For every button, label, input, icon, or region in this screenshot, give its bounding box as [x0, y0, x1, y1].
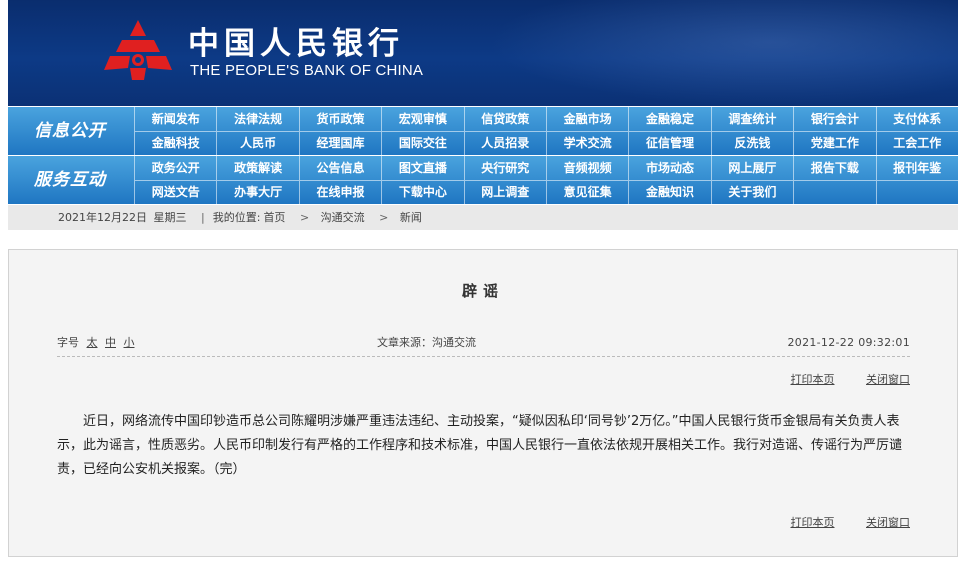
- service-nav-empty-cell: [793, 180, 876, 204]
- info-nav-item-3[interactable]: 宏观审慎: [381, 107, 463, 131]
- breadcrumb-divider: |: [201, 211, 205, 224]
- info-nav-item-7[interactable]: 调查统计: [710, 107, 793, 131]
- service-nav-item-5[interactable]: 音频视频: [545, 156, 628, 180]
- info-nav-item-5[interactable]: 金融市场: [545, 107, 628, 131]
- article-actions-top: 打印本页 关闭窗口: [763, 371, 911, 387]
- font-size-control: 字号 太 中 小: [57, 334, 135, 352]
- location-label: 我的位置:: [212, 211, 261, 224]
- info-nav-item-18[interactable]: 党建工作: [793, 131, 876, 155]
- article-panel: 辟谣 字号 太 中 小 文章来源：沟通交流 2021-12-22 09:32:0…: [8, 249, 958, 557]
- service-nav-item-6[interactable]: 市场动态: [628, 156, 710, 180]
- service-nav-item-4[interactable]: 央行研究: [463, 156, 546, 180]
- service-nav-item-3[interactable]: 图文直播: [381, 156, 463, 180]
- breadcrumb-home-link[interactable]: 首页: [263, 211, 285, 224]
- font-size-label: 字号: [57, 336, 79, 349]
- service-nav-item-2[interactable]: 公告信息: [298, 156, 381, 180]
- breadcrumb-section-link[interactable]: 沟通交流: [321, 211, 365, 224]
- print-page-link[interactable]: 打印本页: [791, 516, 835, 529]
- service-nav: 服务互动 政务公开 政策解读 公告信息 图文直播 央行研究 音频视频 市场动态 网上展厅 报告下…: [8, 156, 958, 204]
- service-nav-item-15[interactable]: 意见征集: [545, 180, 629, 204]
- service-nav-item-7[interactable]: 网上展厅: [710, 156, 793, 180]
- breadcrumb-current-link[interactable]: 新闻: [400, 211, 422, 224]
- info-nav-item-15[interactable]: 学术交流: [545, 131, 629, 155]
- breadcrumb: 2021年12月22日 星期三 | 我的位置: 首页 > 沟通交流 > 新闻: [8, 205, 958, 230]
- article-source: 文章来源：沟通交流: [377, 336, 476, 349]
- bank-name-cn: 中国人民银行: [188, 26, 404, 62]
- font-size-small-link[interactable]: 小: [124, 336, 135, 349]
- service-nav-item-13[interactable]: 下载中心: [381, 180, 464, 204]
- info-nav-item-12[interactable]: 经理国库: [298, 131, 382, 155]
- info-nav-item-6[interactable]: 金融稳定: [628, 107, 710, 131]
- service-nav-heading: 服务互动: [34, 170, 106, 190]
- service-nav-item-0[interactable]: 政务公开: [134, 156, 216, 180]
- font-size-large-link[interactable]: 太: [87, 336, 98, 349]
- info-nav-item-2[interactable]: 货币政策: [298, 107, 381, 131]
- info-nav-item-16[interactable]: 征信管理: [628, 131, 711, 155]
- article-body: 近日，网络流传中国印钞造币总公司陈耀明涉嫌严重违法违纪、主动投案，“疑似因私印‘…: [57, 414, 903, 477]
- print-page-link[interactable]: 打印本页: [791, 373, 835, 386]
- site-header: 中国人民银行 THE PEOPLE'S BANK OF CHINA: [8, 0, 958, 106]
- close-window-link[interactable]: 关闭窗口: [866, 373, 910, 386]
- bank-name-en: THE PEOPLE'S BANK OF CHINA: [190, 62, 424, 79]
- info-nav-item-1[interactable]: 法律法规: [216, 107, 298, 131]
- pboc-emblem-icon: [104, 20, 172, 80]
- service-nav-item-9[interactable]: 报刊年鉴: [875, 156, 958, 180]
- info-nav-item-13[interactable]: 国际交往: [381, 131, 464, 155]
- info-nav-item-9[interactable]: 支付体系: [875, 107, 958, 131]
- article-datetime: 2021-12-22 09:32:01: [787, 336, 910, 349]
- service-nav-item-14[interactable]: 网上调查: [463, 180, 546, 204]
- info-nav-item-11[interactable]: 人民币: [216, 131, 299, 155]
- info-nav-item-14[interactable]: 人员招录: [463, 131, 546, 155]
- service-nav-item-16[interactable]: 金融知识: [628, 180, 711, 204]
- service-nav-item-10[interactable]: 网送文告: [134, 180, 217, 204]
- service-nav-empty-cell: [875, 180, 958, 204]
- service-nav-item-12[interactable]: 在线申报: [298, 180, 382, 204]
- info-nav-grid: 新闻发布 法律法规 货币政策 宏观审慎 信贷政策 金融市场 金融稳定 调查统计 银行会计 支付体系…: [134, 107, 958, 155]
- close-window-link[interactable]: 关闭窗口: [866, 516, 910, 529]
- article-title: 辟谣: [461, 282, 504, 300]
- chevron-right-icon: >: [299, 211, 310, 224]
- info-nav-item-8[interactable]: 银行会计: [793, 107, 875, 131]
- current-date: 2021年12月22日: [58, 211, 147, 224]
- info-nav-item-10[interactable]: 金融科技: [134, 131, 217, 155]
- header-glow: [488, 0, 958, 106]
- service-nav-item-1[interactable]: 政策解读: [216, 156, 298, 180]
- current-weekday: 星期三: [153, 211, 187, 224]
- info-nav-heading: 信息公开: [34, 121, 106, 141]
- article-actions-bottom: 打印本页 关闭窗口: [763, 514, 911, 530]
- article-meta: 字号 太 中 小 文章来源：沟通交流 2021-12-22 09:32:01: [57, 334, 910, 352]
- service-nav-item-11[interactable]: 办事大厅: [216, 180, 299, 204]
- info-nav: 信息公开 新闻发布 法律法规 货币政策 宏观审慎 信贷政策 金融市场 金融稳定 调查统计 银行会…: [8, 107, 958, 155]
- chevron-right-icon: >: [379, 211, 389, 224]
- meta-divider: [57, 356, 910, 357]
- info-nav-item-0[interactable]: 新闻发布: [134, 107, 216, 131]
- service-nav-grid: 政务公开 政策解读 公告信息 图文直播 央行研究 音频视频 市场动态 网上展厅 报告下载 报刊年鉴…: [134, 156, 958, 204]
- service-nav-item-17[interactable]: 关于我们: [710, 180, 794, 204]
- font-size-medium-link[interactable]: 中: [105, 336, 116, 349]
- service-nav-item-8[interactable]: 报告下载: [793, 156, 875, 180]
- info-nav-item-19[interactable]: 工会工作: [875, 131, 958, 155]
- info-nav-item-17[interactable]: 反洗钱: [710, 131, 794, 155]
- info-nav-item-4[interactable]: 信贷政策: [463, 107, 546, 131]
